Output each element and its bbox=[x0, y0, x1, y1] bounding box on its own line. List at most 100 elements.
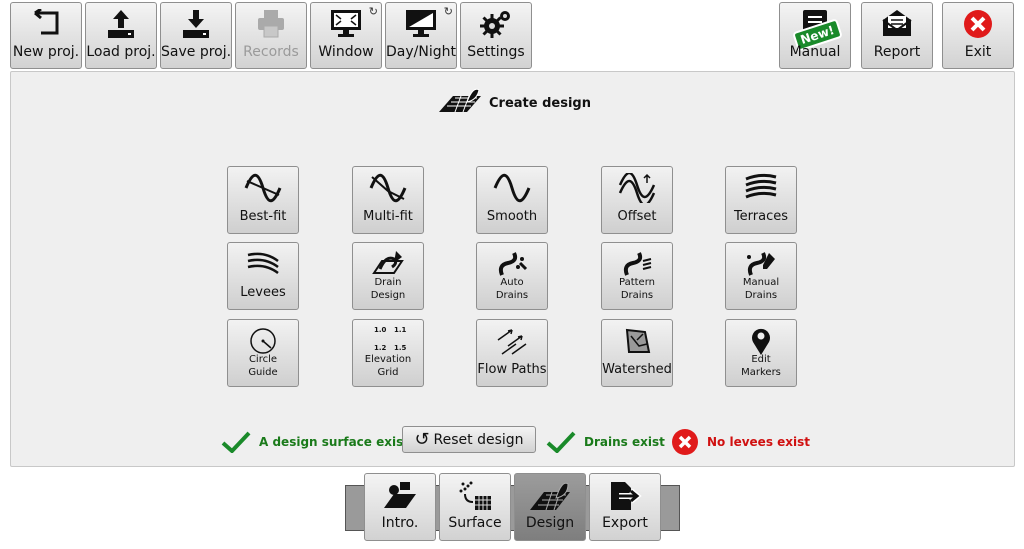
levees-label: Levees bbox=[240, 285, 286, 300]
best-fit-label: Best-fit bbox=[239, 209, 287, 224]
manual-button[interactable]: New! Manual bbox=[779, 2, 851, 69]
undo-icon: ↺ bbox=[414, 429, 430, 450]
elev-value: 1.1 bbox=[394, 326, 407, 334]
flow-paths-icon bbox=[477, 326, 547, 356]
reset-design-button[interactable]: ↺ Reset design bbox=[402, 426, 536, 453]
printer-icon bbox=[236, 7, 306, 41]
undo-arrow-icon bbox=[11, 7, 81, 41]
surface-status: A design surface exists bbox=[221, 430, 416, 454]
multi-fit-label: Multi-fit bbox=[363, 209, 413, 224]
load-project-button[interactable]: Load proj. bbox=[85, 2, 157, 69]
elev-value: 1.5 bbox=[394, 344, 407, 352]
drains-status: Drains exist bbox=[546, 430, 665, 454]
auto-drains-icon bbox=[477, 249, 547, 279]
create-design-panel: Create design Best-fit Multi-fit Smooth … bbox=[10, 71, 1015, 467]
design-surface-icon bbox=[437, 88, 483, 118]
elevation-grid-button[interactable]: 1.0 1.1 1.2 1.5 Elevation Grid bbox=[352, 319, 424, 387]
nav-intro-label: Intro. bbox=[381, 515, 419, 531]
manual-drains-label: Manual Drains bbox=[742, 277, 780, 301]
drain-design-button[interactable]: Drain Design bbox=[352, 242, 424, 310]
check-icon bbox=[546, 431, 576, 453]
multi-curve-icon bbox=[353, 173, 423, 203]
offset-curve-icon bbox=[602, 173, 672, 203]
best-fit-button[interactable]: Best-fit bbox=[227, 166, 299, 234]
panel-header: Create design bbox=[437, 88, 591, 118]
day-night-label: Day/Night bbox=[386, 44, 456, 60]
exit-button[interactable]: Exit bbox=[942, 2, 1014, 69]
nav-design-button[interactable]: Design bbox=[514, 473, 586, 541]
auto-drains-label: Auto Drains bbox=[495, 277, 529, 301]
panel-title: Create design bbox=[489, 95, 591, 111]
monitor-icon bbox=[311, 7, 381, 41]
records-button[interactable]: Records bbox=[235, 2, 307, 69]
pattern-drains-icon bbox=[602, 249, 672, 279]
flow-paths-label: Flow Paths bbox=[477, 362, 547, 377]
terraces-button[interactable]: Terraces bbox=[725, 166, 797, 234]
nav-surface-label: Surface bbox=[448, 515, 502, 531]
map-marker-icon bbox=[726, 326, 796, 356]
pattern-drains-label: Pattern Drains bbox=[619, 277, 655, 301]
circle-guide-label: Circle Guide bbox=[248, 354, 278, 378]
pattern-drains-button[interactable]: Pattern Drains bbox=[601, 242, 673, 310]
reset-design-label: Reset design bbox=[433, 431, 524, 448]
sine-curve-icon bbox=[228, 173, 298, 203]
terraces-label: Terraces bbox=[733, 209, 789, 224]
smooth-curve-icon bbox=[477, 173, 547, 203]
surface-status-text: A design surface exists bbox=[259, 435, 417, 449]
smooth-button[interactable]: Smooth bbox=[476, 166, 548, 234]
offset-label: Offset bbox=[617, 209, 657, 224]
drain-design-label: Drain Design bbox=[370, 277, 406, 301]
levees-status: No levees exist bbox=[671, 429, 811, 455]
manual-drains-icon bbox=[726, 249, 796, 279]
watershed-button[interactable]: Watershed bbox=[601, 319, 673, 387]
settings-button[interactable]: Settings bbox=[460, 2, 532, 69]
check-icon bbox=[221, 431, 251, 453]
nav-surface-button[interactable]: Surface bbox=[439, 473, 511, 541]
new-project-button[interactable]: New proj. bbox=[10, 2, 82, 69]
gears-icon bbox=[461, 7, 531, 41]
day-night-button[interactable]: ↻ Day/Night bbox=[385, 2, 457, 69]
levees-status-text: No levees exist bbox=[707, 435, 811, 449]
upload-icon bbox=[86, 7, 156, 41]
export-icon bbox=[590, 479, 660, 513]
edit-markers-label: Edit Markers bbox=[741, 354, 781, 378]
smooth-label: Smooth bbox=[486, 209, 538, 224]
report-label: Report bbox=[873, 44, 921, 60]
settings-label: Settings bbox=[467, 44, 525, 60]
nav-export-label: Export bbox=[602, 515, 648, 531]
envelope-report-icon bbox=[862, 7, 932, 41]
watershed-icon bbox=[602, 326, 672, 356]
levees-icon bbox=[228, 249, 298, 279]
window-label: Window bbox=[318, 44, 374, 60]
drain-design-icon bbox=[353, 249, 423, 279]
window-button[interactable]: ↻ Window bbox=[310, 2, 382, 69]
circle-guide-button[interactable]: Circle Guide bbox=[227, 319, 299, 387]
nav-intro-button[interactable]: Intro. bbox=[364, 473, 436, 541]
surface-points-icon bbox=[440, 479, 510, 513]
offset-button[interactable]: Offset bbox=[601, 166, 673, 234]
terraces-icon bbox=[726, 173, 796, 203]
tractor-design-icon bbox=[365, 479, 435, 513]
elev-value: 1.0 bbox=[374, 326, 387, 334]
auto-drains-button[interactable]: Auto Drains bbox=[476, 242, 548, 310]
nav-export-button[interactable]: Export bbox=[589, 473, 661, 541]
design-surface-icon bbox=[515, 479, 585, 513]
report-button[interactable]: Report bbox=[861, 2, 933, 69]
watershed-label: Watershed bbox=[602, 362, 672, 377]
levees-button[interactable]: Levees bbox=[227, 242, 299, 310]
elevation-grid-icon: 1.0 1.1 1.2 1.5 bbox=[353, 326, 423, 356]
monitor-contrast-icon bbox=[386, 7, 456, 41]
error-circle-icon bbox=[672, 429, 698, 455]
nav-design-label: Design bbox=[525, 515, 575, 531]
flow-paths-button[interactable]: Flow Paths bbox=[476, 319, 548, 387]
multi-fit-button[interactable]: Multi-fit bbox=[352, 166, 424, 234]
manual-drains-button[interactable]: Manual Drains bbox=[725, 242, 797, 310]
exit-label: Exit bbox=[964, 44, 992, 60]
save-project-button[interactable]: Save proj. bbox=[160, 2, 232, 69]
records-label: Records bbox=[243, 44, 299, 60]
load-project-label: Load proj. bbox=[86, 44, 156, 60]
save-project-label: Save proj. bbox=[161, 44, 232, 60]
drains-status-text: Drains exist bbox=[584, 435, 665, 449]
close-circle-icon bbox=[943, 7, 1013, 41]
edit-markers-button[interactable]: Edit Markers bbox=[725, 319, 797, 387]
